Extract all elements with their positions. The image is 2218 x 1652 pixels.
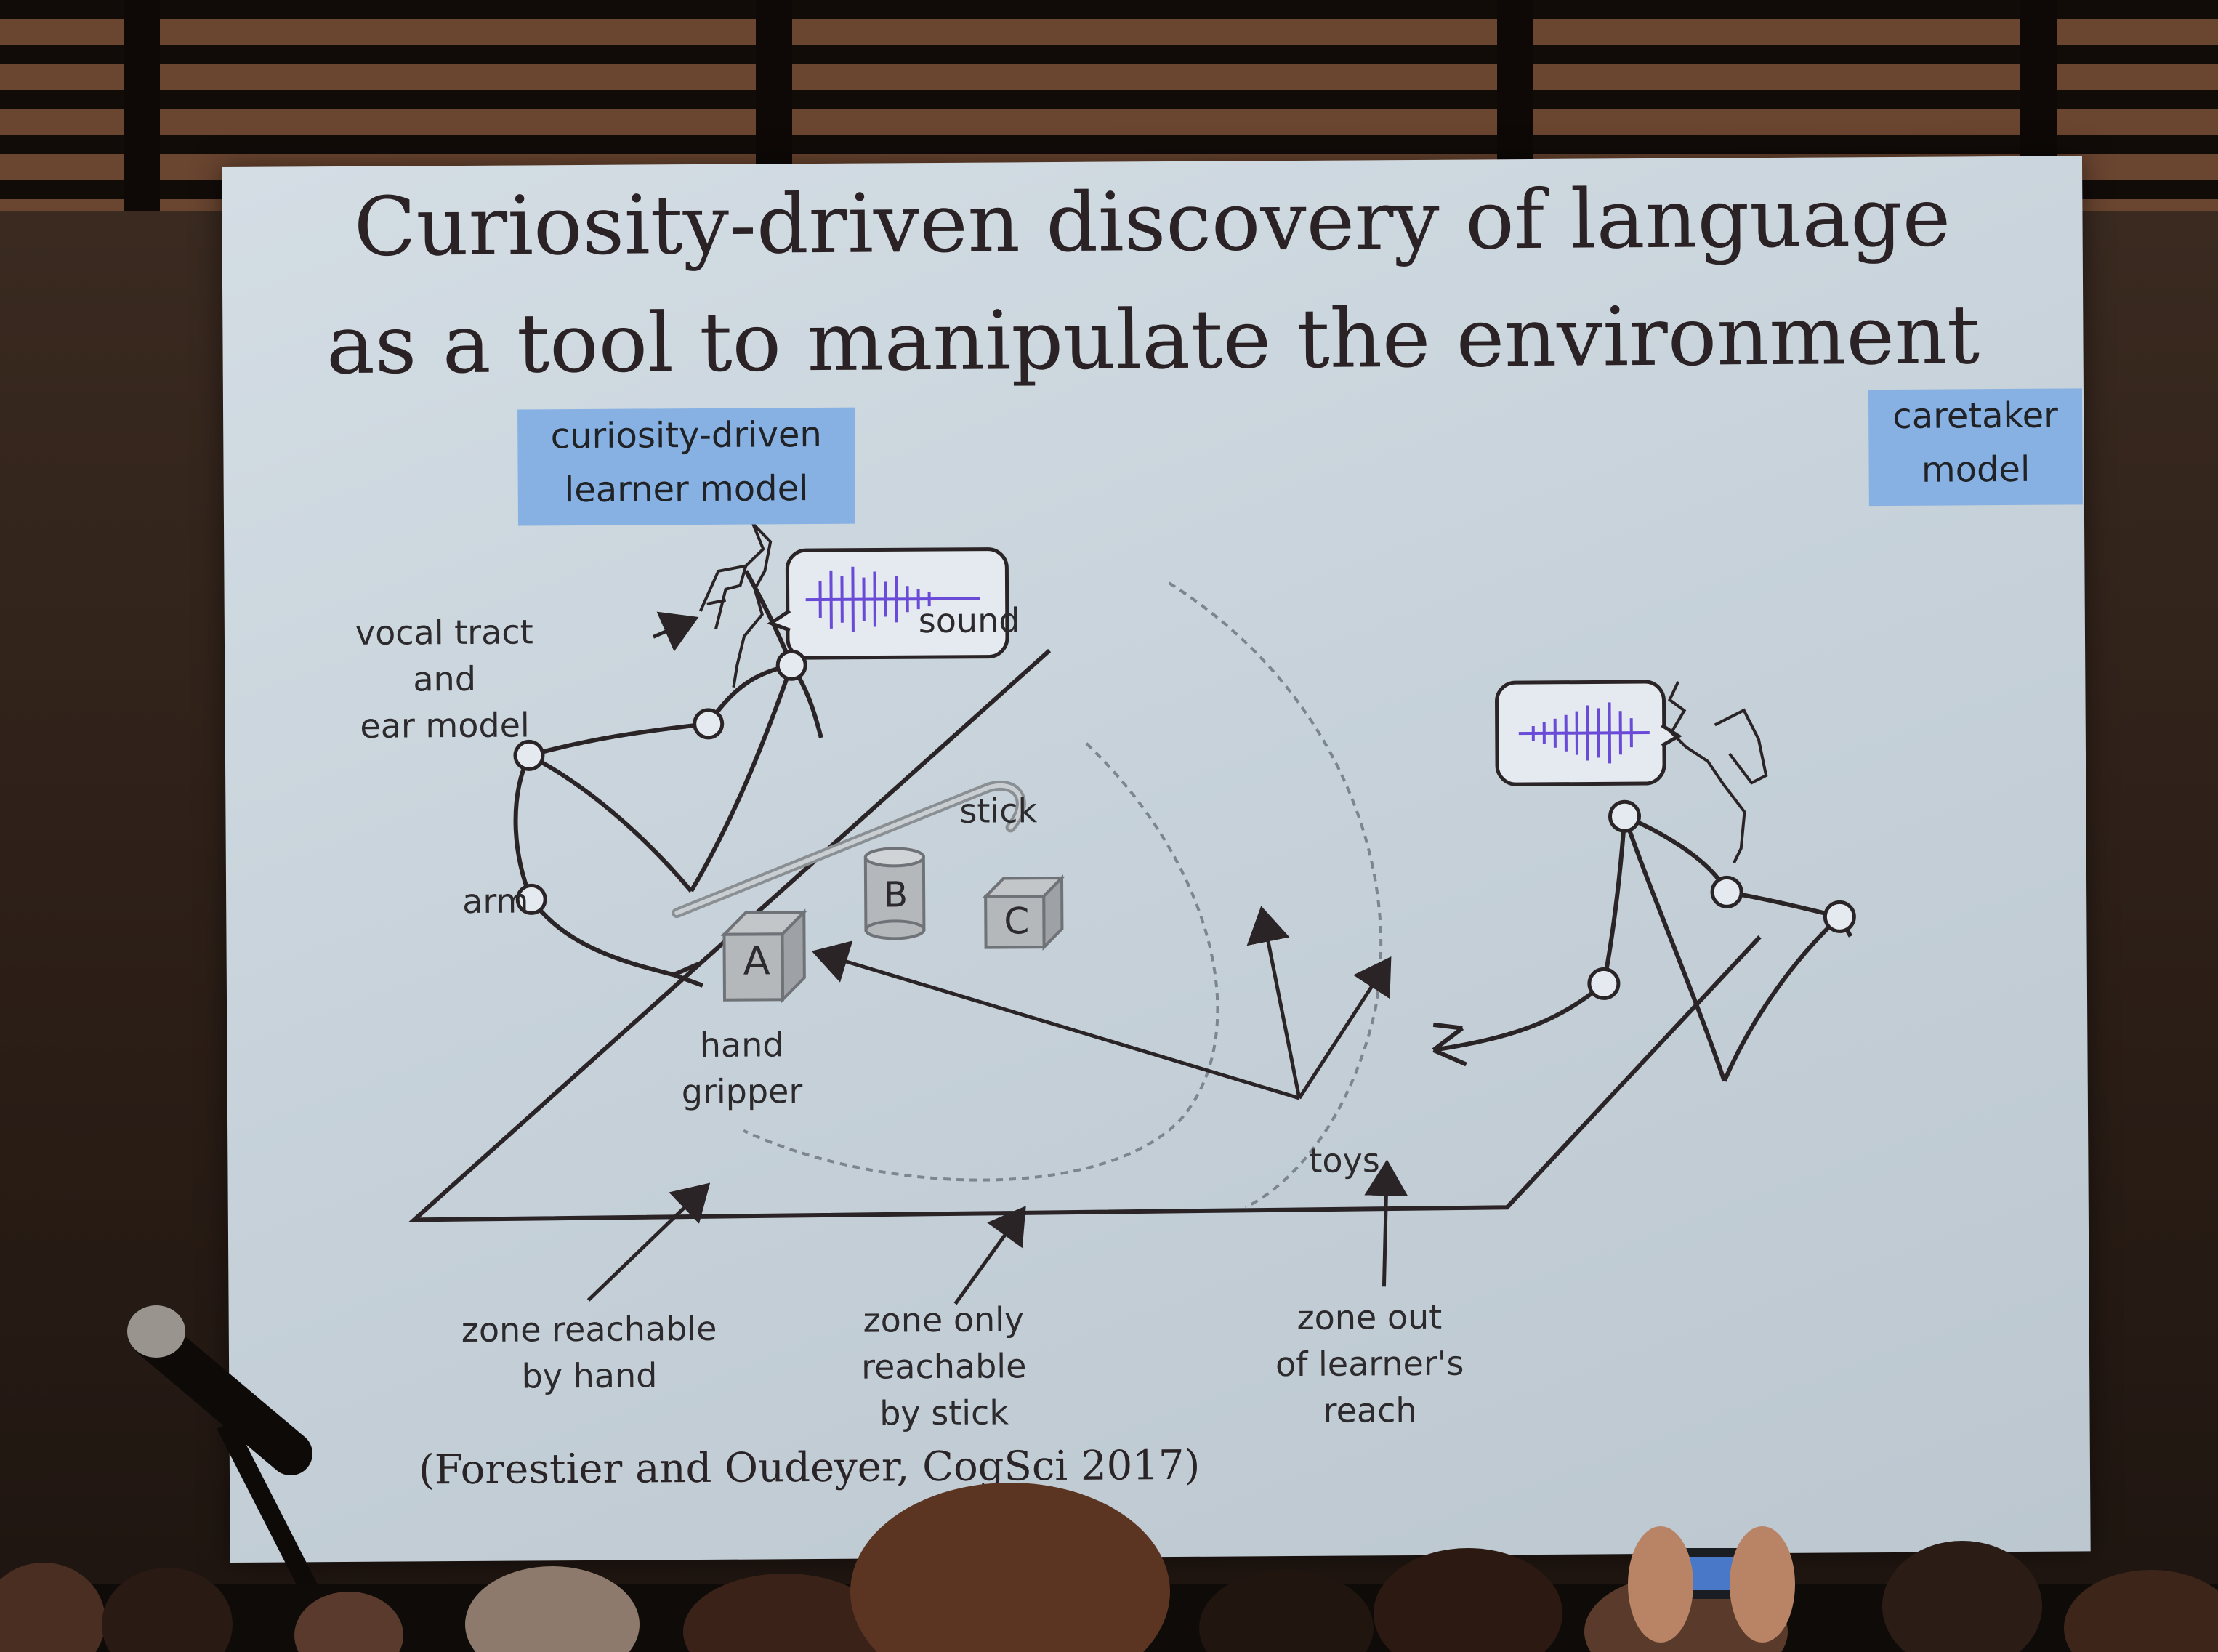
audience-foreground bbox=[0, 1305, 2218, 1652]
microphone-icon bbox=[127, 1305, 185, 1358]
